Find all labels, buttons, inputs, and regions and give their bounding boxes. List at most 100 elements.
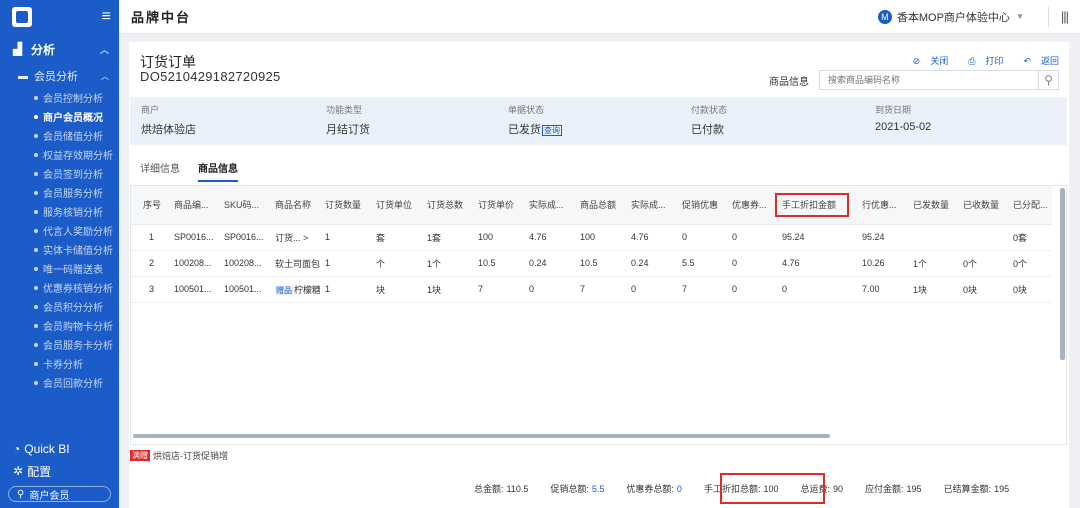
- sidebar-item-quickbi[interactable]: ◔ Quick BI: [0, 438, 119, 460]
- print-label: 打印: [985, 56, 1004, 66]
- cell-text: 0套: [1013, 232, 1028, 243]
- column-header[interactable]: 商品总额: [575, 186, 626, 225]
- vertical-scrollbar[interactable]: [1060, 188, 1065, 360]
- chevron-down-icon: ▼: [1015, 12, 1024, 21]
- menu-toggle-icon[interactable]: ≡: [102, 8, 111, 26]
- table-cell: 订货... >: [270, 224, 320, 251]
- column-header[interactable]: 实际成...: [626, 186, 677, 225]
- column-header[interactable]: 已分配...: [1008, 186, 1052, 225]
- tab[interactable]: 详细信息: [140, 160, 180, 182]
- tab[interactable]: 商品信息: [198, 160, 238, 182]
- info-label: 功能类型: [326, 105, 363, 115]
- status-query-link[interactable]: 查询: [542, 125, 562, 136]
- brand-title: 品牌中台: [131, 10, 192, 25]
- table-row[interactable]: 1 SP0016... SP0016... 订货... >1 套 1套 100 4.76 100…: [131, 224, 1052, 251]
- sidebar-item[interactable]: 会员服务分析: [0, 183, 119, 202]
- product-table: 序号 商品编... SKU码... 商品名称 订货数量 订货单位 订货总数 订货单价 实际成..…: [131, 186, 1052, 303]
- sidebar-item[interactable]: 会员签到分析: [0, 164, 119, 183]
- cell-text: 0个: [963, 258, 978, 269]
- cell-text: 柠檬糖: [294, 284, 320, 295]
- summary-label: 应付金额:: [865, 484, 904, 494]
- table-cell: 100501...: [219, 276, 270, 303]
- cell-text: 1块: [913, 284, 928, 295]
- table-cell: 0个: [1008, 250, 1052, 277]
- cell-text: 1: [325, 284, 331, 294]
- cell-text: 0: [529, 284, 535, 294]
- table-cell: SP0016...: [219, 224, 270, 251]
- sidebar-item[interactable]: 会员服务卡分析: [0, 335, 119, 354]
- close-circle-icon: ⊘: [912, 56, 921, 66]
- bullet-icon: [34, 247, 38, 252]
- sidebar-section-analysis[interactable]: ▟ 分析 ︿: [0, 34, 119, 64]
- table-cell: 7: [473, 276, 524, 303]
- summary-item: 优惠券总额: 0: [626, 482, 682, 495]
- table-cell: 1个: [422, 250, 473, 277]
- cell-text: 4.76: [631, 232, 649, 242]
- sidebar-item[interactable]: 权益存效期分析: [0, 145, 119, 164]
- sidebar-item[interactable]: 实体卡储值分析: [0, 240, 119, 259]
- table-cell: 100208...: [219, 250, 270, 277]
- column-header[interactable]: 商品名称: [270, 186, 320, 225]
- cell-text: SP0016...: [224, 232, 264, 242]
- table-cell: 1个: [908, 250, 958, 277]
- column-header[interactable]: 行优惠...: [857, 186, 908, 225]
- info-value: 2021-05-02: [875, 121, 931, 133]
- table-cell: 3: [131, 276, 169, 303]
- folder-icon: ▬: [18, 70, 28, 82]
- sidebar-item[interactable]: 服务核销分析: [0, 202, 119, 221]
- close-button[interactable]: ⊘ 关闭: [903, 54, 949, 67]
- column-header[interactable]: 订货数量: [320, 186, 371, 225]
- info-label: 单据状态: [508, 105, 545, 115]
- horizontal-scrollbar[interactable]: [133, 434, 830, 438]
- column-header[interactable]: 优惠券...: [727, 186, 777, 225]
- column-header[interactable]: 实际成...: [524, 186, 575, 225]
- sidebar-item[interactable]: 会员储值分析: [0, 126, 119, 145]
- sidebar-item[interactable]: 会员购物卡分析: [0, 316, 119, 335]
- account-switcher[interactable]: M 香本MOP商户体验中心 ▼: [877, 9, 1024, 25]
- print-button[interactable]: ⎙ 打印: [958, 54, 1003, 67]
- search-icon[interactable]: ⚲: [1038, 71, 1058, 89]
- summary-label: 已结算金额:: [943, 484, 992, 494]
- table-row[interactable]: 2 100208... 100208... 软土司面包 1 个 1个 10.5 0.24 10.5…: [131, 250, 1052, 277]
- table-row[interactable]: 3 100501... 100501... 赠品 柠檬糖 1 块 1块 7 0 7 0 7 0 0 7.00 1…: [131, 276, 1052, 303]
- column-header[interactable]: 商品编...: [169, 186, 219, 225]
- cell-text: 7.00: [862, 284, 880, 294]
- sidebar-item[interactable]: 会员积分分析: [0, 297, 119, 316]
- summary-item: 促销总额: 5.5: [550, 482, 604, 495]
- sidebar-item[interactable]: 唯一码赠送表: [0, 259, 119, 278]
- sidebar-search-input[interactable]: ⚲ 商户会员: [8, 486, 111, 502]
- column-header[interactable]: 已收数量: [958, 186, 1008, 225]
- sidebar-search-text: 商户会员: [29, 490, 70, 502]
- column-header[interactable]: 订货单价: [473, 186, 524, 225]
- table-cell: 0: [727, 250, 777, 277]
- sidebar-item-label: 会员积分分析: [43, 303, 103, 314]
- sidebar-item[interactable]: 商户会员概况: [0, 107, 119, 126]
- sidebar-item[interactable]: 会员控制分析: [0, 88, 119, 107]
- table-cell: 0: [677, 224, 727, 251]
- table-cell: 1: [131, 224, 169, 251]
- table-cell: 0.24: [626, 250, 677, 277]
- summary-item: 总金额: 110.5: [474, 482, 528, 495]
- sidebar-item[interactable]: 代言人奖励分析: [0, 221, 119, 240]
- column-header[interactable]: 订货总数: [422, 186, 473, 225]
- cell-text: SP0016...: [174, 232, 214, 242]
- summary-label: 优惠券总额:: [626, 484, 674, 494]
- sidebar-item[interactable]: 优惠券核销分析: [0, 278, 119, 297]
- table-cell: 5.5: [677, 250, 727, 277]
- sidebar-item[interactable]: 会员回款分析: [0, 373, 119, 392]
- column-header[interactable]: 促销优惠: [677, 186, 727, 225]
- logo-area: ≡: [0, 0, 119, 34]
- back-button[interactable]: ↶ 返回: [1013, 54, 1059, 67]
- product-search-input[interactable]: [820, 71, 1038, 89]
- columns-icon[interactable]: |||: [1061, 9, 1069, 24]
- sidebar-item-config[interactable]: ✲ 配置: [0, 460, 119, 482]
- column-header[interactable]: SKU码...: [219, 186, 270, 225]
- column-header[interactable]: 订货单位: [371, 186, 422, 225]
- promo-text: 烘焙店-订货促销增: [153, 451, 228, 461]
- sidebar-group-member-analysis[interactable]: ▬ 会员分析 ︿: [0, 64, 119, 88]
- column-header[interactable]: 已发数量: [908, 186, 958, 225]
- table-cell: 0块: [958, 276, 1008, 303]
- cell-text: 100: [478, 232, 494, 242]
- column-header[interactable]: 序号: [131, 186, 169, 225]
- sidebar-item[interactable]: 卡券分析: [0, 354, 119, 373]
